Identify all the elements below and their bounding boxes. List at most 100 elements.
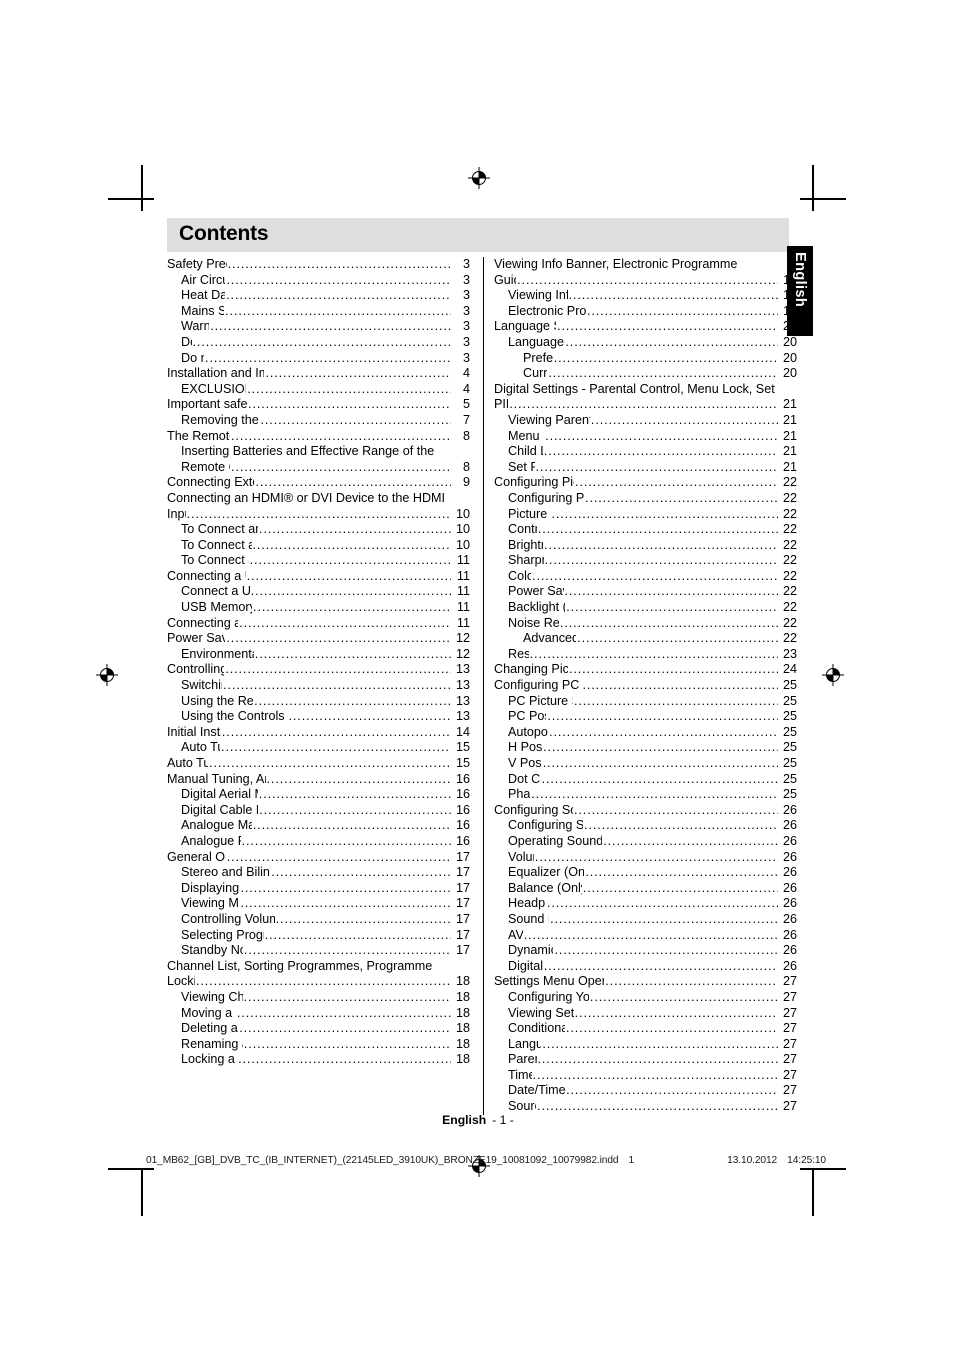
toc-entry[interactable]: H Position..............................… (494, 740, 797, 756)
toc-entry[interactable]: Configuring Your TV’s Settings..........… (494, 990, 797, 1006)
toc-entry[interactable]: Equalizer (Only for speaker)............… (494, 865, 797, 881)
toc-entry[interactable]: Operating Sound Settings Menu Items.....… (494, 834, 797, 850)
toc-entry[interactable]: Power Save Mode.........................… (167, 631, 470, 647)
toc-entry[interactable]: Inserting Batteries and Effective Range … (167, 444, 470, 475)
toc-entry[interactable]: Viewing Main Menu.......................… (167, 896, 470, 912)
toc-entry[interactable]: General Operation.......................… (167, 850, 470, 866)
toc-entry[interactable]: Do......................................… (167, 335, 470, 351)
toc-entry[interactable]: Viewing Parental Control Menu...........… (494, 413, 797, 429)
toc-entry[interactable]: Backlight (optional)....................… (494, 600, 797, 616)
toc-entry[interactable]: Phase...................................… (494, 787, 797, 803)
toc-entry[interactable]: EXCLUSION CLAUSE........................… (167, 382, 470, 398)
toc-entry[interactable]: Dynamic Bass............................… (494, 943, 797, 959)
toc-entry[interactable]: Removing the pedestal stand.............… (167, 413, 470, 429)
toc-entry[interactable]: Installation and Important Information..… (167, 366, 470, 382)
toc-entry[interactable]: Picture Mode............................… (494, 507, 797, 523)
toc-entry[interactable]: Language Settings.......................… (494, 335, 797, 351)
toc-entry[interactable]: USB Memory Connection...................… (167, 600, 470, 616)
toc-entry[interactable]: Switching on............................… (167, 678, 470, 694)
toc-entry[interactable]: Settings Menu Operation, Conditional Acc… (494, 974, 797, 990)
toc-entry[interactable]: Warning ................................… (167, 319, 470, 335)
toc-entry[interactable]: Initial Installation....................… (167, 725, 470, 741)
toc-entry[interactable]: Reset...................................… (494, 647, 797, 663)
toc-entry[interactable]: Controlling the TV......................… (167, 662, 470, 678)
toc-entry[interactable]: Headphone...............................… (494, 896, 797, 912)
toc-entry[interactable]: Colour..................................… (494, 569, 797, 585)
toc-entry[interactable]: Environmental Information...............… (167, 647, 470, 663)
toc-entry[interactable]: Current.................................… (494, 366, 797, 382)
toc-entry[interactable]: Configuring PC Picture Settings.........… (494, 678, 797, 694)
toc-entry[interactable]: Viewing Channel List....................… (167, 990, 470, 1006)
toc-entry[interactable]: Locking a Channel.......................… (167, 1052, 470, 1068)
toc-entry[interactable]: Manual Tuning, Analogue Fine Tuning.....… (167, 772, 470, 788)
toc-entry[interactable]: To Connect an HDMI Device...............… (167, 522, 470, 538)
toc-entry[interactable]: Do not..................................… (167, 351, 470, 367)
toc-entry[interactable]: Viewing Info Banner, Electronic Programm… (494, 257, 797, 288)
toc-entry[interactable]: Autoposition............................… (494, 725, 797, 741)
toc-entry[interactable]: Configuring Picture Settings............… (494, 475, 797, 491)
toc-entry[interactable]: To Connect a DVI Device.................… (167, 538, 470, 554)
toc-entry[interactable]: Analogue Fine Tune......................… (167, 834, 470, 850)
toc-entry[interactable]: AVL.....................................… (494, 928, 797, 944)
toc-entry[interactable]: Important safety information............… (167, 397, 470, 413)
toc-entry[interactable]: Conditional Access......................… (494, 1021, 797, 1037)
toc-entry[interactable]: Displaying Subtitles....................… (167, 881, 470, 897)
toc-entry[interactable]: Volume..................................… (494, 850, 797, 866)
toc-entry[interactable]: Power Save Mode.........................… (494, 584, 797, 600)
toc-entry[interactable]: Language................................… (494, 1037, 797, 1053)
toc-entry[interactable]: Menu Lock...............................… (494, 429, 797, 445)
toc-entry[interactable]: Noise Reduction.........................… (494, 616, 797, 632)
toc-entry[interactable]: Channel List, Sorting Programmes, Progra… (167, 959, 470, 990)
toc-entry[interactable]: Electronic Programme Guide..............… (494, 304, 797, 320)
toc-entry[interactable]: Standby Notifications...................… (167, 943, 470, 959)
toc-entry[interactable]: Renaming a Channel......................… (167, 1037, 470, 1053)
toc-entry[interactable]: Analogue Manual Search..................… (167, 818, 470, 834)
toc-entry[interactable]: Mains Supply............................… (167, 304, 470, 320)
toc-entry[interactable]: Child Lock..............................… (494, 444, 797, 460)
toc-entry[interactable]: Using the Remote Control................… (167, 694, 470, 710)
toc-entry[interactable]: Configuring Sound Settings..............… (494, 818, 797, 834)
toc-entry[interactable]: Digital Cable Manual Search.............… (167, 803, 470, 819)
toc-entry[interactable]: Sound Mode..............................… (494, 912, 797, 928)
toc-entry[interactable]: Viewing Info Banner.....................… (494, 288, 797, 304)
toc-entry[interactable]: Deleting a Channel......................… (167, 1021, 470, 1037)
toc-entry[interactable]: Connecting a USB Memory.................… (167, 569, 470, 585)
toc-entry[interactable]: Connecting a Computer...................… (167, 616, 470, 632)
toc-entry[interactable]: Configuring Picture Settings............… (494, 491, 797, 507)
toc-entry[interactable]: Changing Picture Format.................… (494, 662, 797, 678)
toc-entry[interactable]: Balance (Only for speaker)..............… (494, 881, 797, 897)
toc-entry[interactable]: Air Circulation.........................… (167, 273, 470, 289)
toc-entry[interactable]: PC Position.............................… (494, 709, 797, 725)
toc-entry[interactable]: Dot Clock...............................… (494, 772, 797, 788)
toc-entry[interactable]: Auto Tuning.............................… (167, 740, 470, 756)
toc-entry[interactable]: Language Selection......................… (494, 319, 797, 335)
toc-entry[interactable]: Preferred...............................… (494, 351, 797, 367)
toc-entry[interactable]: Advanced Settings.......................… (494, 631, 797, 647)
toc-entry[interactable]: Connecting External Equipment...........… (167, 475, 470, 491)
toc-entry[interactable]: Viewing Settings Menu...................… (494, 1006, 797, 1022)
toc-entry[interactable]: Connect a USB Memory....................… (167, 584, 470, 600)
toc-entry[interactable]: Brightness..............................… (494, 538, 797, 554)
toc-entry[interactable]: Parental................................… (494, 1052, 797, 1068)
toc-entry[interactable]: Selecting Programme Positions...........… (167, 928, 470, 944)
toc-entry[interactable]: Connecting an HDMI® or DVI Device to the… (167, 491, 470, 522)
toc-entry[interactable]: Safety Precautions......................… (167, 257, 470, 273)
toc-entry[interactable]: Heat Damage.............................… (167, 288, 470, 304)
toc-entry[interactable]: Timers..................................… (494, 1068, 797, 1084)
toc-entry[interactable]: Configuring Sound Settings..............… (494, 803, 797, 819)
toc-entry[interactable]: Stereo and Bilingual Transmissions......… (167, 865, 470, 881)
toc-entry[interactable]: Set PIN.................................… (494, 460, 797, 476)
toc-entry[interactable]: Contrast................................… (494, 522, 797, 538)
toc-entry[interactable]: V Position..............................… (494, 756, 797, 772)
toc-entry[interactable]: Digital Aerial Manual Search............… (167, 787, 470, 803)
toc-entry[interactable]: Controlling Volume and Muting Sound.....… (167, 912, 470, 928)
toc-entry[interactable]: To Connect a Computer...................… (167, 553, 470, 569)
toc-entry[interactable]: Digital Out.............................… (494, 959, 797, 975)
toc-entry[interactable]: Using the Controls and Connections on th… (167, 709, 470, 725)
toc-entry[interactable]: The Remote Control......................… (167, 429, 470, 445)
toc-entry[interactable]: Moving a Channel........................… (167, 1006, 470, 1022)
toc-entry[interactable]: Sharpness...............................… (494, 553, 797, 569)
toc-entry[interactable]: Digital Settings - Parental Control, Men… (494, 382, 797, 413)
toc-entry[interactable]: Date/Time Settings......................… (494, 1083, 797, 1099)
toc-entry[interactable]: PC Picture Settings (*).................… (494, 694, 797, 710)
